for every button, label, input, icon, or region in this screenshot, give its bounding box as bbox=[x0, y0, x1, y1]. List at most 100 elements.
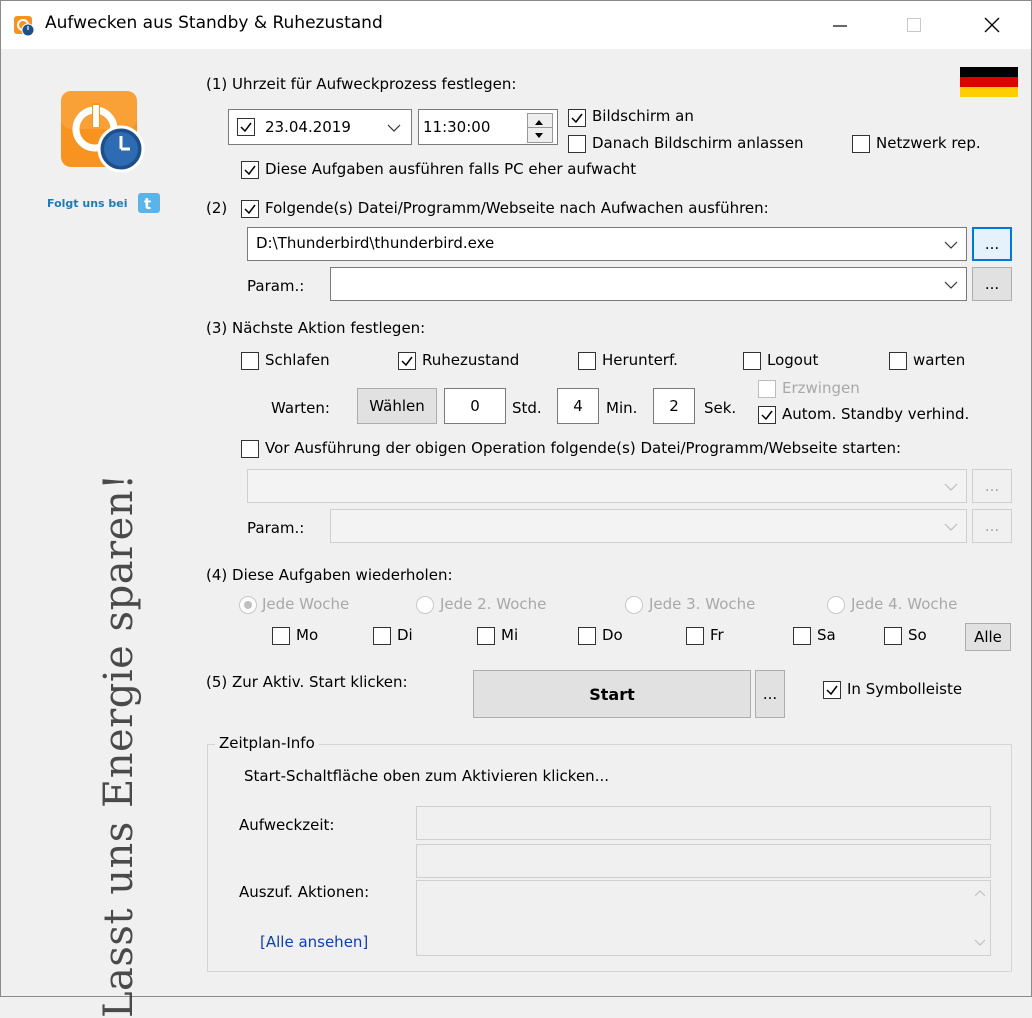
action-hibernate-checkbox[interactable] bbox=[398, 352, 416, 370]
radio-every-week[interactable] bbox=[239, 596, 257, 614]
triangle-down-icon bbox=[535, 133, 543, 138]
prevent-standby-label: Autom. Standby verhind. bbox=[782, 405, 970, 423]
section1-heading: (1) Uhrzeit für Aufweckprozess festlegen… bbox=[206, 75, 517, 93]
network-repair-label: Netzwerk rep. bbox=[876, 134, 981, 152]
force-label: Erzwingen bbox=[782, 379, 860, 397]
pre-param-combobox[interactable] bbox=[330, 509, 967, 543]
prevent-standby-checkbox[interactable] bbox=[758, 406, 776, 424]
wake-time-field bbox=[416, 806, 991, 840]
pre-param-label: Param.: bbox=[247, 519, 305, 537]
hours-input[interactable]: 0 bbox=[444, 388, 506, 424]
run-after-wake-checkbox[interactable] bbox=[241, 200, 259, 218]
date-value: 23.04.2019 bbox=[265, 118, 351, 136]
chevron-down-icon bbox=[974, 939, 986, 946]
minimize-button[interactable] bbox=[807, 1, 873, 49]
slogan-text: Lasst uns Energie sparen! bbox=[96, 473, 142, 1018]
network-repair-checkbox[interactable] bbox=[852, 135, 870, 153]
chevron-down-icon bbox=[944, 281, 958, 289]
keep-screen-checkbox[interactable] bbox=[568, 135, 586, 153]
time-spinner[interactable]: 11:30:00 bbox=[418, 109, 558, 145]
date-enable-checkbox[interactable] bbox=[237, 118, 255, 136]
chevron-up-icon bbox=[974, 890, 986, 897]
day-di-checkbox[interactable] bbox=[373, 627, 391, 645]
chevron-down-icon bbox=[944, 241, 958, 249]
action-shutdown-label: Herunterf. bbox=[602, 351, 678, 369]
day-so-label: So bbox=[908, 626, 927, 644]
action-wait-label: warten bbox=[913, 351, 966, 369]
day-fr-label: Fr bbox=[710, 626, 724, 644]
view-all-link[interactable]: [Alle ansehen] bbox=[260, 933, 368, 951]
pre-program-combobox[interactable] bbox=[247, 469, 967, 503]
action-sleep-label: Schlafen bbox=[265, 351, 330, 369]
seconds-input[interactable]: 2 bbox=[653, 388, 695, 424]
window-title: Aufwecken aus Standby & Ruhezustand bbox=[45, 13, 383, 33]
action-shutdown-checkbox[interactable] bbox=[578, 352, 596, 370]
wake-time-label: Aufweckzeit: bbox=[239, 816, 335, 834]
day-sa-checkbox[interactable] bbox=[793, 627, 811, 645]
section2-heading: Folgende(s) Datei/Programm/Webseite nach… bbox=[265, 199, 769, 217]
section2-prefix: (2) bbox=[206, 199, 228, 217]
run-before-checkbox[interactable] bbox=[241, 440, 259, 458]
radio-every-2-weeks[interactable] bbox=[416, 596, 434, 614]
browse-pre-param-button[interactable]: ... bbox=[972, 509, 1012, 543]
close-button[interactable] bbox=[959, 1, 1025, 49]
in-tray-checkbox[interactable] bbox=[823, 681, 841, 699]
actions-scrollbar[interactable] bbox=[970, 881, 990, 955]
day-fr-checkbox[interactable] bbox=[686, 627, 704, 645]
actions-list[interactable] bbox=[416, 880, 991, 956]
day-mi-checkbox[interactable] bbox=[477, 627, 495, 645]
day-mo-label: Mo bbox=[296, 626, 319, 644]
action-hibernate-label: Ruhezustand bbox=[422, 351, 520, 369]
every-4-weeks-label: Jede 4. Woche bbox=[851, 595, 958, 613]
maximize-button[interactable] bbox=[881, 1, 947, 49]
screen-on-checkbox[interactable] bbox=[568, 109, 586, 127]
all-days-button[interactable]: Alle bbox=[965, 623, 1011, 651]
force-checkbox[interactable] bbox=[758, 380, 776, 398]
check-icon bbox=[244, 204, 256, 215]
program-path-combobox[interactable]: D:\Thunderbird\thunderbird.exe bbox=[247, 227, 967, 261]
minutes-input[interactable]: 4 bbox=[557, 388, 599, 424]
minutes-unit: Min. bbox=[606, 399, 638, 417]
day-so-checkbox[interactable] bbox=[884, 627, 902, 645]
minimize-icon bbox=[833, 25, 847, 27]
choose-wait-button[interactable]: Wählen bbox=[357, 388, 437, 424]
title-bar: Aufwecken aus Standby & Ruhezustand bbox=[1, 1, 1031, 49]
start-button[interactable]: Start bbox=[473, 670, 751, 718]
action-logout-label: Logout bbox=[767, 351, 819, 369]
browse-pre-program-button[interactable]: ... bbox=[972, 469, 1012, 503]
time-down-button[interactable] bbox=[527, 127, 553, 143]
action-wait-checkbox[interactable] bbox=[889, 352, 907, 370]
german-flag-icon[interactable] bbox=[960, 67, 1018, 97]
date-picker[interactable]: 23.04.2019 bbox=[228, 109, 412, 145]
param-combobox[interactable] bbox=[330, 267, 967, 301]
actions-label: Auszuf. Aktionen: bbox=[239, 883, 370, 901]
action-sleep-checkbox[interactable] bbox=[241, 352, 259, 370]
browse-param-button[interactable]: ... bbox=[972, 267, 1012, 301]
check-icon bbox=[571, 113, 583, 124]
hours-unit: Std. bbox=[512, 399, 542, 417]
twitter-icon[interactable]: t bbox=[138, 193, 160, 213]
time-value: 11:30:00 bbox=[423, 118, 491, 136]
day-mo-checkbox[interactable] bbox=[272, 627, 290, 645]
action-logout-checkbox[interactable] bbox=[743, 352, 761, 370]
check-icon bbox=[761, 410, 773, 421]
every-3-weeks-label: Jede 3. Woche bbox=[649, 595, 756, 613]
screen-on-label: Bildschirm an bbox=[592, 107, 694, 125]
day-do-checkbox[interactable] bbox=[578, 627, 596, 645]
day-sa-label: Sa bbox=[817, 626, 836, 644]
start-more-button[interactable]: ... bbox=[755, 670, 785, 718]
radio-every-3-weeks[interactable] bbox=[625, 596, 643, 614]
radio-every-4-weeks[interactable] bbox=[827, 596, 845, 614]
main-window: Aufwecken aus Standby & Ruhezustand Folg… bbox=[0, 0, 1032, 1018]
run-if-earlier-checkbox[interactable] bbox=[241, 161, 259, 179]
section3-heading: (3) Nächste Aktion festlegen: bbox=[206, 319, 426, 337]
close-icon bbox=[984, 17, 1000, 33]
every-week-label: Jede Woche bbox=[262, 595, 350, 613]
app-logo bbox=[61, 91, 145, 173]
chevron-down-icon bbox=[944, 483, 958, 491]
chevron-down-icon bbox=[387, 124, 401, 132]
section4-heading: (4) Diese Aufgaben wiederholen: bbox=[206, 566, 453, 584]
day-mi-label: Mi bbox=[501, 626, 519, 644]
browse-program-button[interactable]: ... bbox=[972, 227, 1012, 261]
wait-label: Warten: bbox=[271, 399, 330, 417]
